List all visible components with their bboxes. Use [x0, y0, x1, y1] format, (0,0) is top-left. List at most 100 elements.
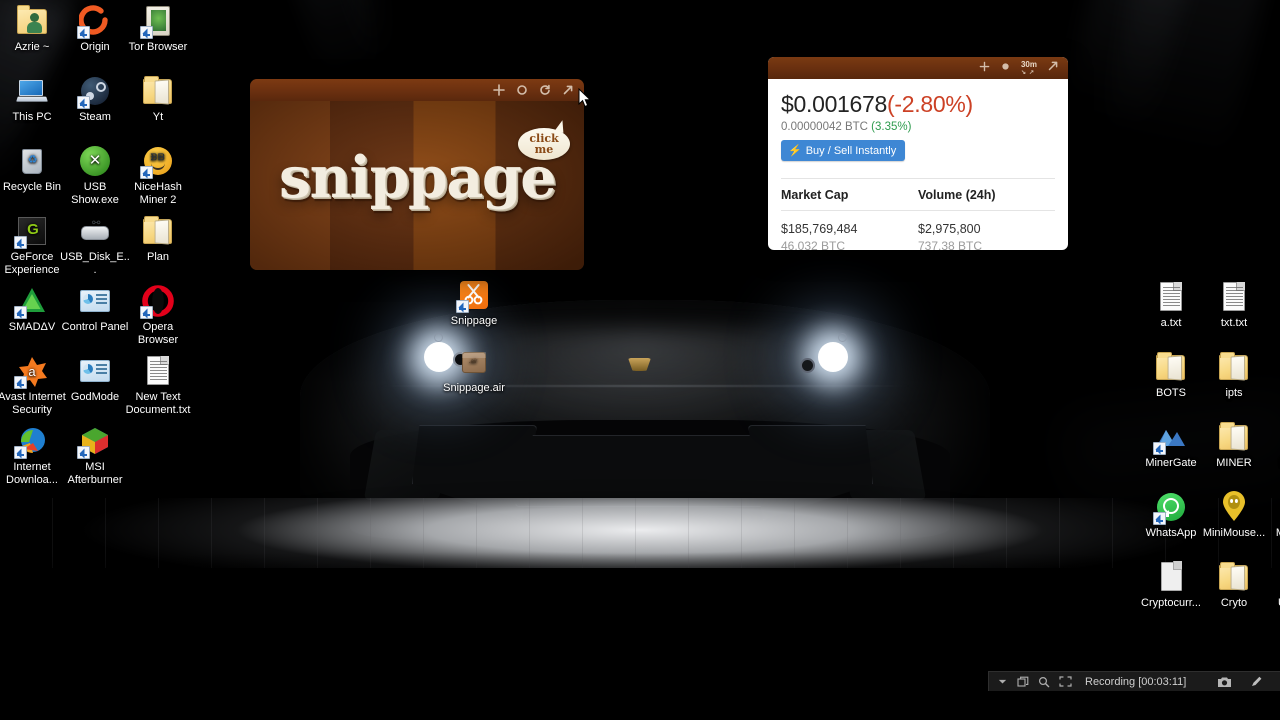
desktop-icon-minimouse[interactable]: MiniMouse... — [1199, 491, 1269, 540]
desktop-icon-usb-disk-e[interactable]: ⚯ USB_Disk_E... — [60, 215, 130, 277]
desktop-icon-miner[interactable]: MINER — [1199, 421, 1269, 470]
desktop-icon-msi-afterburner[interactable]: MSI Afterburner — [60, 425, 130, 487]
magnifier-icon[interactable] — [1038, 676, 1050, 688]
current-price: $0.001678 — [781, 91, 888, 117]
control-panel-icon — [79, 285, 111, 317]
camera-icon[interactable] — [1217, 676, 1232, 688]
desktop-icon-plan[interactable]: Plan — [123, 215, 193, 264]
btc-price-row: 0.00000042 BTC (3.35%) — [781, 121, 1055, 133]
desktop-icon-label: MSI Afterburner — [67, 461, 123, 486]
desktop-icon-smad-v[interactable]: SMADΔV — [0, 285, 67, 334]
circle-icon[interactable] — [516, 84, 528, 96]
pencil-icon[interactable] — [1250, 675, 1263, 688]
desktop-icon-whatsapp[interactable]: WhatsApp — [1136, 491, 1206, 540]
volume-header: Volume (24h) — [918, 188, 996, 202]
opera-icon — [140, 285, 174, 319]
desktop-icon-label: txt.txt — [1220, 317, 1248, 329]
desktop-icon-txt-txt[interactable]: txt.txt — [1199, 281, 1269, 330]
btc-price-change: (3.35%) — [871, 121, 912, 133]
price-row: $0.001678 (-2.80%) — [781, 91, 1055, 118]
shortcut-overlay-icon — [14, 446, 27, 459]
desktop-icon-godmode[interactable]: GodMode — [60, 355, 130, 404]
chevron-down-icon[interactable] — [997, 676, 1008, 687]
expand-arrow-icon[interactable] — [562, 84, 574, 96]
text-document-icon — [1218, 281, 1250, 313]
desktop-icon-cryto[interactable]: Cryto — [1199, 561, 1269, 610]
desktop-icon-label: GeForce Experience — [4, 251, 60, 276]
desktop-icon-a-txt[interactable]: a.txt — [1136, 281, 1206, 330]
desktop-icon-label: Avast Internet Security — [0, 391, 66, 416]
desktop-icon-avast-internet-security[interactable]: a Avast Internet Security — [0, 355, 67, 417]
desktop-icon-opera-browser[interactable]: Opera Browser — [123, 285, 193, 347]
desktop-icon-modding[interactable]: Modding — [1262, 491, 1280, 540]
this-pc-icon — [16, 75, 48, 107]
shortcut-overlay-icon — [140, 306, 153, 319]
screen-recorder-toolbar[interactable]: Recording [00:03:11] — [988, 671, 1280, 691]
buy-sell-button[interactable]: ⚡ Buy / Sell Instantly — [781, 140, 906, 161]
floor-fade-out — [0, 552, 1280, 612]
plus-icon[interactable] — [979, 59, 990, 77]
desktop-icon-label: Opera Browser — [137, 321, 179, 346]
click-me-label: click me — [529, 133, 558, 155]
snippage-content[interactable]: snippage click me — [250, 101, 584, 270]
click-me-bubble[interactable]: click me — [518, 128, 570, 160]
window-icon[interactable] — [1017, 676, 1029, 688]
desktop-icon-origin[interactable]: Origin — [60, 5, 130, 54]
circle-icon[interactable] — [1000, 59, 1011, 77]
desktop-icon-label: Plan — [146, 251, 170, 263]
lightning-bolt-icon: ⚡ — [788, 145, 802, 157]
usb-show-icon: ✕ — [79, 145, 111, 177]
desktop-icon-cryptocurr[interactable]: Cryptocurr... — [1136, 561, 1206, 610]
mouse-cursor — [578, 87, 592, 113]
desktop-icon-steam[interactable]: Steam — [60, 75, 130, 124]
right-marker-light — [838, 333, 847, 342]
desktop-icon-new-text-document-txt[interactable]: New Text Document.txt — [123, 355, 193, 417]
desktop-icon-minergate[interactable]: MinerGate — [1136, 421, 1206, 470]
desktop-icon-label: MinerGate — [1145, 457, 1197, 469]
crypto-widget-titlebar[interactable]: 30m ↘↗ — [768, 57, 1068, 79]
snippage-titlebar[interactable] — [250, 79, 584, 101]
refresh-interval-button[interactable]: 30m ↘↗ — [1020, 60, 1037, 76]
desktop-icon-snippage[interactable]: Snippage — [439, 279, 509, 328]
desktop-icon-ipts[interactable]: ipts — [1199, 351, 1269, 400]
internet-download-manager-icon — [14, 425, 48, 459]
click-me-line-2: me — [534, 143, 554, 156]
desktop-icon-geforce-experience[interactable]: G GeForce Experience — [0, 215, 67, 277]
desktop-icon-control-panel[interactable]: Control Panel — [60, 285, 130, 334]
light-streak — [1098, 0, 1268, 168]
market-cap-cell: $185,769,484 46,032 BTC — [781, 222, 918, 250]
snippage-window[interactable]: snippage click me — [250, 79, 584, 270]
desktop-icon-label: Control Panel — [61, 321, 129, 333]
desktop-icon-azrie[interactable]: Azrie ~ — [0, 5, 67, 54]
desktop-icon-internet-downloa[interactable]: Internet Downloa... — [0, 425, 67, 487]
right-secondary-headlight — [800, 358, 815, 373]
svg-text:a: a — [28, 364, 36, 379]
shortcut-overlay-icon — [14, 236, 27, 249]
desktop-icon-snippage-air[interactable]: .air Snippage.air — [439, 346, 509, 395]
folder-icon — [142, 215, 174, 247]
desktop-icon-ultilities[interactable]: Ultilities — [1262, 561, 1280, 610]
desktop-icon-wallet[interactable]: Wallet — [1262, 281, 1280, 330]
desktop-icon-bots[interactable]: BOTS — [1136, 351, 1206, 400]
desktop-icon-usb-show-exe[interactable]: ✕ USB Show.exe — [60, 145, 130, 207]
shortcut-overlay-icon — [77, 96, 90, 109]
market-cap-btc: 46,032 BTC — [781, 239, 846, 250]
desktop-icon-faucet[interactable]: Faucet — [1262, 421, 1280, 470]
plus-icon[interactable] — [493, 84, 505, 96]
sync-icon: ↘↗ — [1020, 69, 1037, 76]
desktop-icon-recycle-bin[interactable]: ♻ Recycle Bin — [0, 145, 67, 194]
cryptocurrency-price-widget[interactable]: 30m ↘↗ $0.001678 (-2.80%) 0.00000042 BTC… — [768, 57, 1068, 250]
expand-arrow-icon[interactable] — [1047, 59, 1059, 77]
region-select-icon[interactable] — [1059, 676, 1072, 687]
shortcut-overlay-icon — [1153, 442, 1166, 455]
desktop-icon-label: This PC — [12, 111, 52, 123]
desktop-icon-label: Recycle Bin — [2, 181, 62, 193]
desktop-icon-nicehash-miner-2[interactable]: ᗽᗸ NiceHash Miner 2 — [123, 145, 193, 207]
stats-value-row: $185,769,484 46,032 BTC $2,975,800 737.3… — [781, 211, 1055, 250]
refresh-icon[interactable] — [539, 84, 551, 96]
desktop-icon-intro[interactable]: Intro — [1262, 351, 1280, 400]
desktop-icon-yt[interactable]: Yt — [123, 75, 193, 124]
desktop-icon-tor-browser[interactable]: Tor Browser — [123, 5, 193, 54]
desktop-icon-this-pc[interactable]: This PC — [0, 75, 67, 124]
folder-icon — [1218, 421, 1250, 453]
